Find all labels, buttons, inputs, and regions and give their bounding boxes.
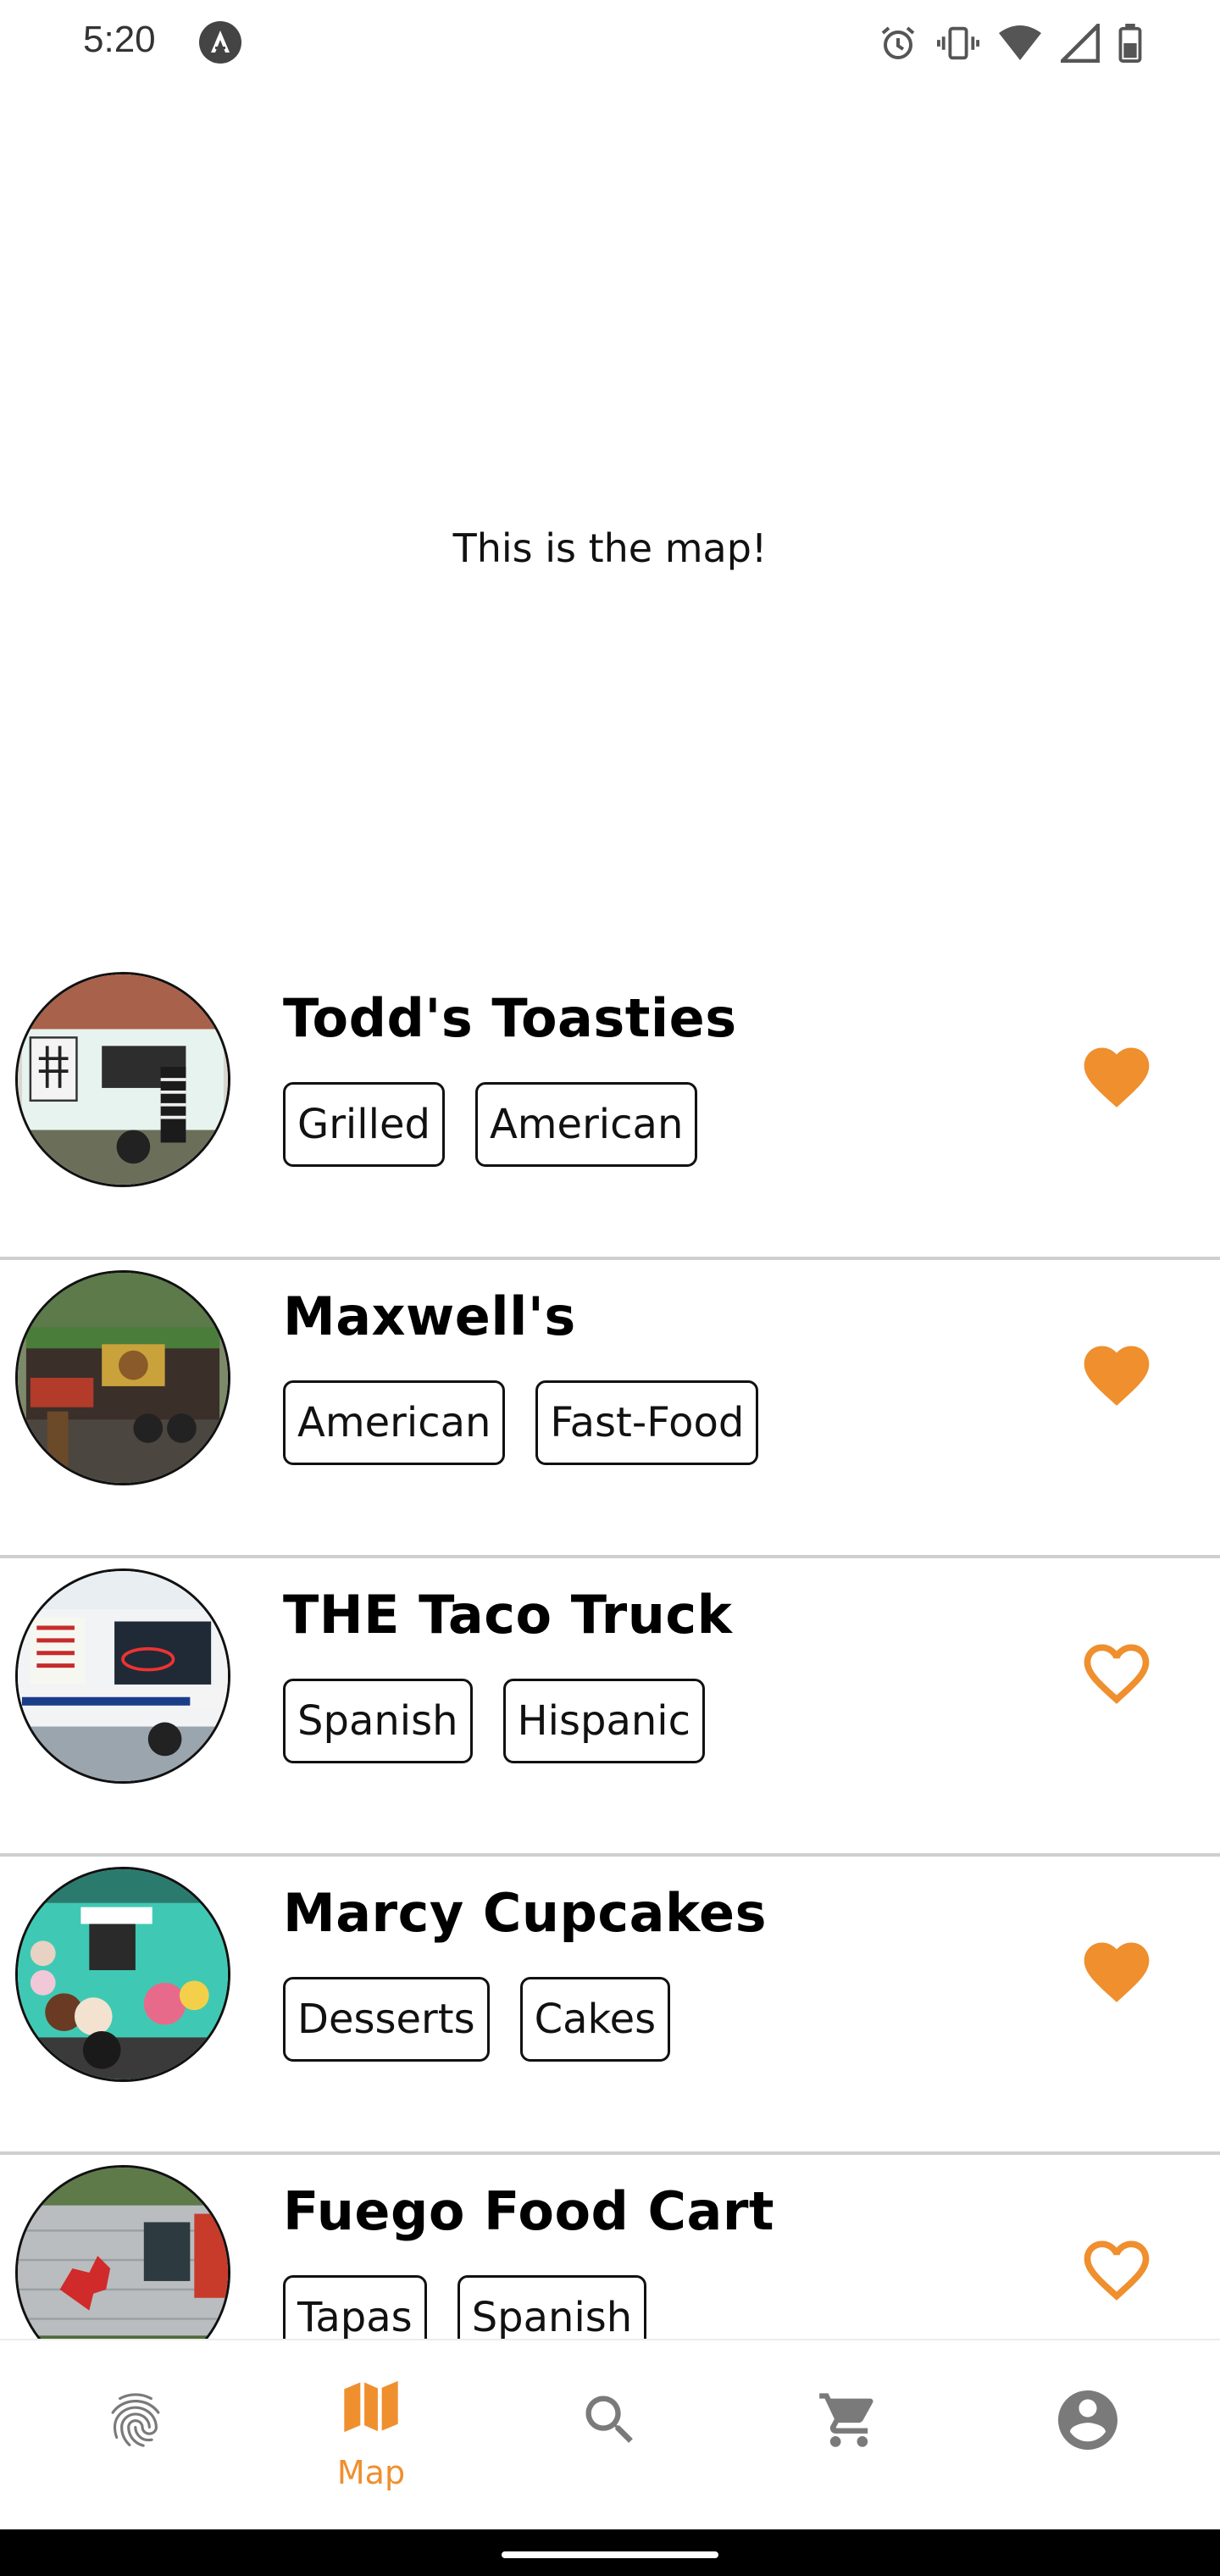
truck-name: THE Taco Truck bbox=[283, 1584, 733, 1646]
tag-chip[interactable]: Cakes bbox=[519, 1977, 671, 2062]
status-time: 5:20 bbox=[83, 19, 156, 60]
tag-chip[interactable]: Hispanic bbox=[502, 1679, 706, 1763]
bottom-navigation: Map bbox=[0, 2339, 1220, 2531]
fingerprint-icon bbox=[111, 2393, 160, 2447]
heart-filled-icon[interactable] bbox=[1078, 1038, 1156, 1116]
battery-icon bbox=[1118, 24, 1142, 63]
map-placeholder-text: This is the map! bbox=[452, 525, 768, 571]
tag-list: Desserts Cakes bbox=[283, 1977, 671, 2062]
truck-photo bbox=[15, 972, 230, 1187]
app-notification-icon bbox=[199, 21, 241, 64]
truck-name: Fuego Food Cart bbox=[283, 2180, 775, 2242]
food-truck-list[interactable]: Todd's Toasties Grilled American Maxwell… bbox=[0, 962, 1220, 2339]
status-bar: 5:20 bbox=[0, 0, 1220, 85]
truck-photo bbox=[15, 1568, 230, 1784]
home-indicator[interactable] bbox=[502, 2551, 718, 2558]
tag-list: American Fast-Food bbox=[283, 1380, 759, 1465]
tag-list: Tapas Spanish bbox=[283, 2275, 647, 2339]
tag-chip[interactable]: Desserts bbox=[283, 1977, 490, 2062]
tag-chip[interactable]: Fast-Food bbox=[535, 1380, 759, 1465]
truck-name: Marcy Cupcakes bbox=[283, 1882, 767, 1944]
vibrate-icon bbox=[937, 26, 979, 60]
nav-label-map: Map bbox=[336, 2454, 406, 2491]
tag-chip[interactable]: American bbox=[474, 1082, 698, 1167]
search-icon bbox=[585, 2396, 633, 2443]
system-gesture-bar bbox=[0, 2529, 1220, 2576]
tag-chip[interactable]: Spanish bbox=[457, 2275, 647, 2339]
account-icon bbox=[1058, 2390, 1117, 2450]
food-truck-item[interactable]: Marcy Cupcakes Desserts Cakes bbox=[0, 1857, 1220, 2155]
tag-chip[interactable]: Tapas bbox=[283, 2275, 427, 2339]
truck-photo bbox=[15, 1270, 230, 1485]
heart-filled-icon[interactable] bbox=[1078, 1933, 1156, 2011]
wifi-icon bbox=[999, 25, 1041, 60]
heart-outline-icon[interactable] bbox=[1078, 2231, 1156, 2309]
cart-icon bbox=[819, 2393, 873, 2447]
tag-chip[interactable]: Spanish bbox=[283, 1679, 473, 1763]
status-icons bbox=[878, 22, 1142, 64]
nav-item-account[interactable] bbox=[966, 2340, 1210, 2531]
tag-list: Grilled American bbox=[283, 1082, 698, 1167]
food-truck-item[interactable]: Maxwell's American Fast-Food bbox=[0, 1260, 1220, 1558]
truck-photo bbox=[15, 2165, 230, 2339]
heart-filled-icon[interactable] bbox=[1078, 1336, 1156, 1414]
map-area[interactable]: This is the map! bbox=[0, 85, 1220, 974]
food-truck-item[interactable]: Todd's Toasties Grilled American bbox=[0, 962, 1220, 1260]
truck-name: Maxwell's bbox=[283, 1285, 576, 1347]
nav-item-cart[interactable] bbox=[727, 2340, 971, 2531]
alarm-icon bbox=[881, 26, 915, 59]
tag-chip[interactable]: Grilled bbox=[283, 1082, 445, 1167]
nav-item-fingerprint[interactable] bbox=[14, 2340, 258, 2531]
nav-item-map[interactable]: Map bbox=[249, 2340, 493, 2531]
truck-photo bbox=[15, 1867, 230, 2082]
truck-name: Todd's Toasties bbox=[283, 987, 737, 1049]
signal-icon bbox=[1061, 24, 1100, 63]
tag-list: Spanish Hispanic bbox=[283, 1679, 706, 1763]
tag-chip[interactable]: American bbox=[283, 1380, 506, 1465]
nav-item-search[interactable] bbox=[488, 2340, 732, 2531]
map-icon bbox=[344, 2380, 398, 2433]
food-truck-item[interactable]: THE Taco Truck Spanish Hispanic bbox=[0, 1558, 1220, 1857]
heart-outline-icon[interactable] bbox=[1078, 1635, 1156, 1713]
food-truck-item[interactable]: Fuego Food Cart Tapas Spanish bbox=[0, 2155, 1220, 2339]
